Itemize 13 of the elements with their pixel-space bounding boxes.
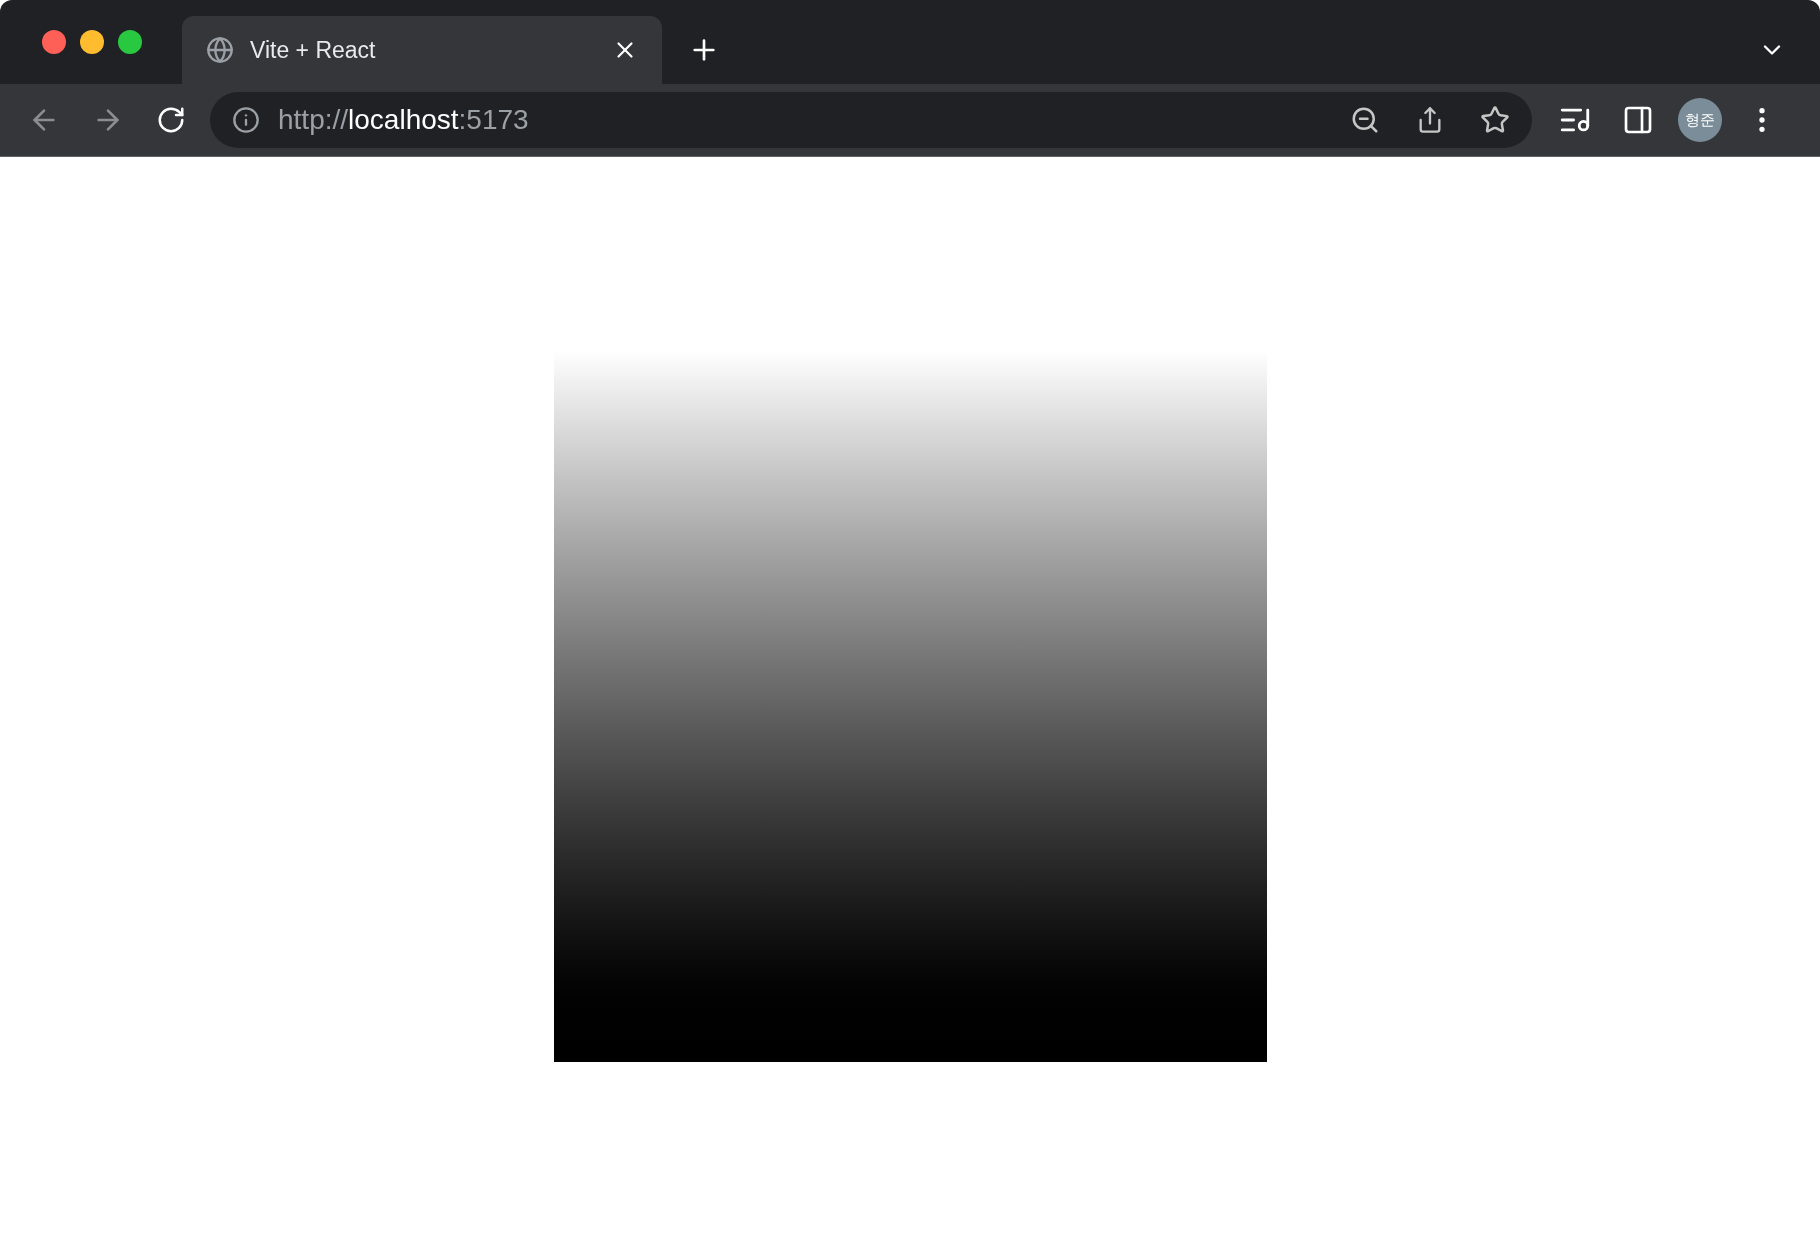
maximize-window-button[interactable]	[118, 30, 142, 54]
address-bar[interactable]: http://localhost:5173	[210, 92, 1532, 148]
reload-icon[interactable]	[156, 105, 186, 135]
info-icon	[232, 106, 260, 134]
tab-title: Vite + React	[250, 35, 377, 65]
url-text: http://localhost:5173	[278, 103, 529, 137]
globe-icon	[206, 36, 234, 64]
bookmark-star-icon[interactable]	[1480, 105, 1510, 135]
zoom-out-icon[interactable]	[1350, 105, 1380, 135]
browser-tab[interactable]: Vite + React	[182, 16, 662, 84]
side-panel-icon[interactable]	[1622, 104, 1654, 136]
minimize-window-button[interactable]	[80, 30, 104, 54]
close-window-button[interactable]	[42, 30, 66, 54]
